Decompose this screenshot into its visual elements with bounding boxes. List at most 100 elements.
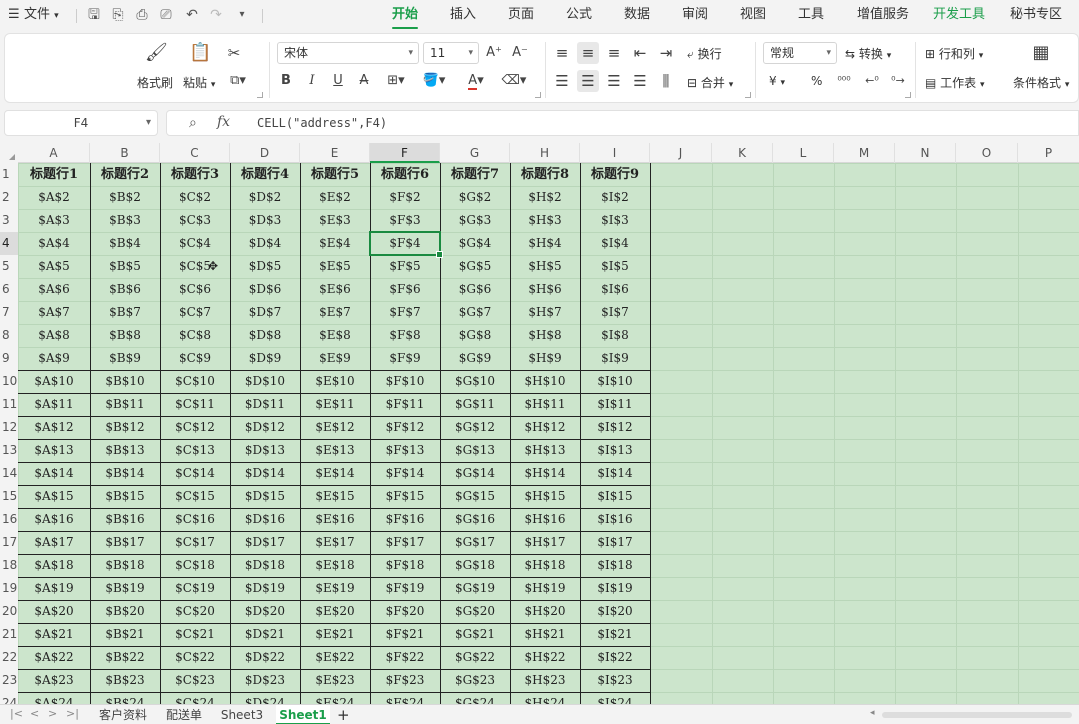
table-cell[interactable]: $F$6 [370, 278, 440, 301]
table-cell[interactable]: $H$13 [510, 439, 580, 462]
font-size-select[interactable]: 11 ▾ [423, 42, 479, 64]
table-cell[interactable]: $A$11 [18, 393, 90, 416]
table-cell[interactable]: $F$23 [370, 669, 440, 692]
header-cell[interactable]: 标题行8 [510, 163, 580, 186]
table-cell[interactable]: $B$13 [90, 439, 160, 462]
align-bottom-icon[interactable]: ≡ [605, 44, 623, 62]
table-cell[interactable]: $I$4 [580, 232, 650, 255]
table-cell[interactable]: $H$20 [510, 600, 580, 623]
table-cell[interactable]: $C$4 [160, 232, 230, 255]
table-cell[interactable]: $B$20 [90, 600, 160, 623]
table-cell[interactable]: $D$22 [230, 646, 300, 669]
last-sheet-icon[interactable]: >| [66, 707, 79, 720]
table-cell[interactable]: $E$2 [300, 186, 370, 209]
table-cell[interactable]: $D$8 [230, 324, 300, 347]
table-cell[interactable]: $G$3 [440, 209, 510, 232]
header-cell[interactable]: 标题行5 [300, 163, 370, 186]
table-cell[interactable]: $F$22 [370, 646, 440, 669]
table-cell[interactable]: $C$9 [160, 347, 230, 370]
table-cell[interactable]: $I$14 [580, 462, 650, 485]
table-cell[interactable]: $F$3 [370, 209, 440, 232]
table-cell[interactable]: $A$24 [18, 692, 90, 704]
table-cell[interactable]: $E$18 [300, 554, 370, 577]
thousands-separator-icon[interactable]: ⁰⁰⁰ [833, 72, 855, 90]
table-cell[interactable]: $F$16 [370, 508, 440, 531]
table-cell[interactable]: $C$19 [160, 577, 230, 600]
table-cell[interactable]: $D$3 [230, 209, 300, 232]
table-cell[interactable]: $D$15 [230, 485, 300, 508]
merge-button[interactable]: ⊟ 合并 ▾ [687, 74, 733, 91]
table-cell[interactable]: $G$21 [440, 623, 510, 646]
sheet-tab-sheet1[interactable]: Sheet1 [276, 705, 330, 724]
table-cell[interactable]: $D$24 [230, 692, 300, 704]
table-cell[interactable]: $B$7 [90, 301, 160, 324]
table-cell[interactable]: $B$8 [90, 324, 160, 347]
bold-icon[interactable]: B [277, 72, 295, 90]
table-cell[interactable]: $G$14 [440, 462, 510, 485]
tab-tools[interactable]: 工具 [792, 0, 830, 32]
decrease-font-icon[interactable]: A⁻ [511, 44, 529, 62]
table-cell[interactable]: $B$9 [90, 347, 160, 370]
table-cell[interactable]: $D$13 [230, 439, 300, 462]
table-cell[interactable]: $B$19 [90, 577, 160, 600]
table-cell[interactable]: $B$5 [90, 255, 160, 278]
table-cell[interactable]: $I$7 [580, 301, 650, 324]
table-cell[interactable]: $H$18 [510, 554, 580, 577]
table-cell[interactable]: $I$22 [580, 646, 650, 669]
row-header-15[interactable]: 15 [0, 485, 18, 508]
table-cell[interactable]: $D$14 [230, 462, 300, 485]
table-cell[interactable]: $F$15 [370, 485, 440, 508]
table-cell[interactable]: $B$22 [90, 646, 160, 669]
zoom-search-icon[interactable]: ⌕ [189, 115, 197, 131]
column-header-c[interactable]: C [160, 143, 230, 163]
header-cell[interactable]: 标题行4 [230, 163, 300, 186]
table-cell[interactable]: $D$19 [230, 577, 300, 600]
row-header-9[interactable]: 9 [0, 347, 18, 370]
row-header-19[interactable]: 19 [0, 577, 18, 600]
table-cell[interactable]: $H$8 [510, 324, 580, 347]
table-cell[interactable]: $H$7 [510, 301, 580, 324]
distributed-align-icon[interactable]: ⫼ [657, 72, 675, 90]
table-cell[interactable]: $I$20 [580, 600, 650, 623]
table-cell[interactable]: $G$19 [440, 577, 510, 600]
table-cell[interactable]: $H$16 [510, 508, 580, 531]
table-cell[interactable]: $G$23 [440, 669, 510, 692]
table-cell[interactable]: $F$20 [370, 600, 440, 623]
underline-icon[interactable]: U [329, 72, 347, 90]
sheet-tab-sheet3[interactable]: Sheet3 [218, 705, 266, 724]
row-header-2[interactable]: 2 [0, 186, 18, 209]
table-cell[interactable]: $A$9 [18, 347, 90, 370]
font-name-select[interactable]: 宋体 ▾ [277, 42, 419, 64]
align-right-icon[interactable]: ☰ [605, 72, 623, 90]
table-cell[interactable]: $G$5 [440, 255, 510, 278]
customize-toolbar-icon[interactable]: ▾ [234, 7, 250, 23]
table-cell[interactable]: $A$3 [18, 209, 90, 232]
table-cell[interactable]: $F$10 [370, 370, 440, 393]
table-cell[interactable]: $I$19 [580, 577, 650, 600]
border-icon[interactable]: ⊞▾ [381, 72, 411, 90]
table-cell[interactable]: $F$17 [370, 531, 440, 554]
table-cell[interactable]: $H$12 [510, 416, 580, 439]
table-cell[interactable]: $C$23 [160, 669, 230, 692]
table-cell[interactable]: $C$22 [160, 646, 230, 669]
tab-page[interactable]: 页面 [502, 0, 540, 32]
table-cell[interactable]: $F$11 [370, 393, 440, 416]
row-header-24[interactable]: 24 [0, 692, 18, 704]
table-cell[interactable]: $B$3 [90, 209, 160, 232]
table-cell[interactable]: $E$21 [300, 623, 370, 646]
table-cell[interactable]: $H$2 [510, 186, 580, 209]
table-cell[interactable]: $A$19 [18, 577, 90, 600]
column-header-f[interactable]: F [370, 143, 440, 163]
table-cell[interactable]: $D$16 [230, 508, 300, 531]
tab-home[interactable]: 开始 [386, 0, 424, 32]
table-cell[interactable]: $C$11 [160, 393, 230, 416]
table-cell[interactable]: $D$23 [230, 669, 300, 692]
table-cell[interactable]: $E$6 [300, 278, 370, 301]
table-cell[interactable]: $I$17 [580, 531, 650, 554]
table-cell[interactable]: $C$18 [160, 554, 230, 577]
table-cell[interactable]: $D$5 [230, 255, 300, 278]
tab-formula[interactable]: 公式 [560, 0, 598, 32]
table-cell[interactable]: $A$17 [18, 531, 90, 554]
table-cell[interactable]: $I$5 [580, 255, 650, 278]
table-cell[interactable]: $E$10 [300, 370, 370, 393]
